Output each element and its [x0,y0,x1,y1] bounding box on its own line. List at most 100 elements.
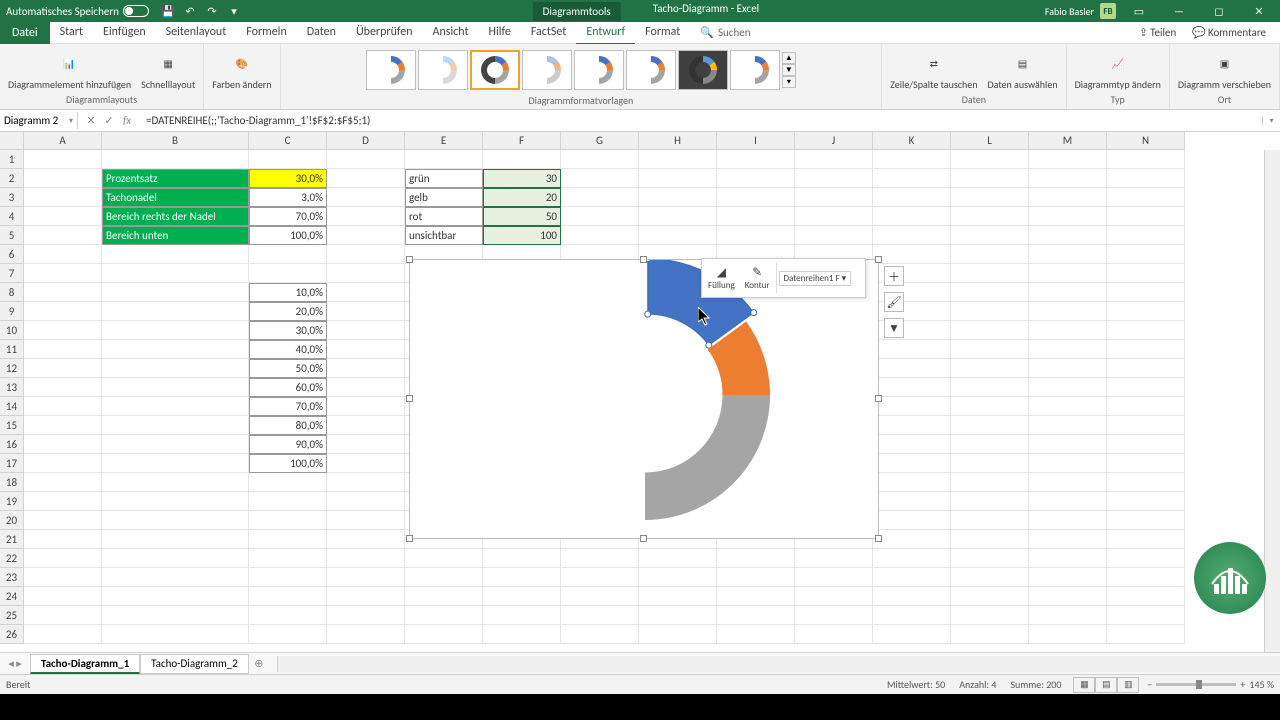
cell-H26[interactable] [639,625,717,644]
chart-style-7[interactable] [678,50,728,90]
save-icon[interactable]: 💾 [161,4,175,18]
chart-filter-button[interactable]: ▼ [884,318,904,338]
cell-B18[interactable] [102,473,249,492]
cell-L23[interactable] [951,568,1029,587]
cell-A26[interactable] [24,625,102,644]
cell-C4[interactable]: 70,0% [249,207,327,226]
cell-A25[interactable] [24,606,102,625]
autosave-toggle[interactable] [123,5,149,17]
col-header-B[interactable]: B [102,132,249,150]
cell-L26[interactable] [951,625,1029,644]
cell-D3[interactable] [327,188,405,207]
cell-A21[interactable] [24,530,102,549]
cell-L5[interactable] [951,226,1029,245]
cell-N13[interactable] [1107,378,1185,397]
cell-B2[interactable]: Prozentsatz [102,169,249,188]
cell-N4[interactable] [1107,207,1185,226]
cell-L3[interactable] [951,188,1029,207]
cell-J5[interactable] [795,226,873,245]
cell-N11[interactable] [1107,340,1185,359]
cell-B6[interactable] [102,245,249,264]
cell-H24[interactable] [639,587,717,606]
cell-F23[interactable] [483,568,561,587]
cell-M26[interactable] [1029,625,1107,644]
qat-more-icon[interactable]: ▾ [227,4,241,18]
cell-K19[interactable] [873,492,951,511]
row-header-16[interactable]: 16 [0,435,24,454]
cell-F24[interactable] [483,587,561,606]
cell-A7[interactable] [24,264,102,283]
col-header-F[interactable]: F [483,132,561,150]
row-header-6[interactable]: 6 [0,245,24,264]
chart-style-8[interactable] [730,50,780,90]
share-button[interactable]: ⇪Teilen [1133,24,1182,41]
cell-M17[interactable] [1029,454,1107,473]
cell-C25[interactable] [249,606,327,625]
cell-D4[interactable] [327,207,405,226]
col-header-C[interactable]: C [249,132,327,150]
cell-B22[interactable] [102,549,249,568]
menu-tab-entwurf[interactable]: Entwurf [576,21,635,45]
cell-A15[interactable] [24,416,102,435]
cell-G25[interactable] [561,606,639,625]
cell-N8[interactable] [1107,283,1185,302]
cell-L18[interactable] [951,473,1029,492]
cell-G5[interactable] [561,226,639,245]
cell-D25[interactable] [327,606,405,625]
cell-H5[interactable] [639,226,717,245]
fill-button[interactable]: ◢Füllung [704,266,739,291]
cell-N21[interactable] [1107,530,1185,549]
row-header-4[interactable]: 4 [0,207,24,226]
series-combo[interactable]: Datenreihen1 F▾ [779,271,852,286]
chart-style-3[interactable] [470,50,520,90]
cell-M6[interactable] [1029,245,1107,264]
cell-D23[interactable] [327,568,405,587]
cell-D12[interactable] [327,359,405,378]
cell-K14[interactable] [873,397,951,416]
cell-B14[interactable] [102,397,249,416]
cell-K17[interactable] [873,454,951,473]
cell-B15[interactable] [102,416,249,435]
cell-A16[interactable] [24,435,102,454]
resize-handle[interactable] [875,535,882,542]
cell-M1[interactable] [1029,150,1107,169]
cell-N1[interactable] [1107,150,1185,169]
row-header-26[interactable]: 26 [0,625,24,644]
cell-D18[interactable] [327,473,405,492]
cell-N17[interactable] [1107,454,1185,473]
cell-L7[interactable] [951,264,1029,283]
cell-D16[interactable] [327,435,405,454]
chart-style-2[interactable] [418,50,468,90]
cell-D10[interactable] [327,321,405,340]
expand-formula-icon[interactable]: ▾ [1262,116,1280,126]
cell-M5[interactable] [1029,226,1107,245]
col-header-M[interactable]: M [1029,132,1107,150]
cell-E5[interactable]: unsichtbar [405,226,483,245]
cell-L25[interactable] [951,606,1029,625]
maximize-icon[interactable]: ◻ [1202,0,1236,22]
cell-B3[interactable]: Tachonadel [102,188,249,207]
menu-tab-daten[interactable]: Daten [297,21,346,45]
row-header-18[interactable]: 18 [0,473,24,492]
fx-icon[interactable]: fx [120,114,134,127]
cell-A6[interactable] [24,245,102,264]
switch-row-col-button[interactable]: ⇄Zeile/Spalte tauschen [886,47,981,92]
cell-C14[interactable]: 70,0% [249,397,327,416]
cell-N7[interactable] [1107,264,1185,283]
chart-style-6[interactable] [626,50,676,90]
cell-D8[interactable] [327,283,405,302]
cell-N24[interactable] [1107,587,1185,606]
cell-I26[interactable] [717,625,795,644]
cell-B13[interactable] [102,378,249,397]
cell-N19[interactable] [1107,492,1185,511]
resize-handle[interactable] [640,256,647,263]
search-box[interactable]: 🔍 Suchen [700,26,750,39]
cell-B8[interactable] [102,283,249,302]
cell-F22[interactable] [483,549,561,568]
cell-K26[interactable] [873,625,951,644]
cell-B12[interactable] [102,359,249,378]
cell-N15[interactable] [1107,416,1185,435]
row-header-21[interactable]: 21 [0,530,24,549]
resize-handle[interactable] [875,395,882,402]
cell-L12[interactable] [951,359,1029,378]
